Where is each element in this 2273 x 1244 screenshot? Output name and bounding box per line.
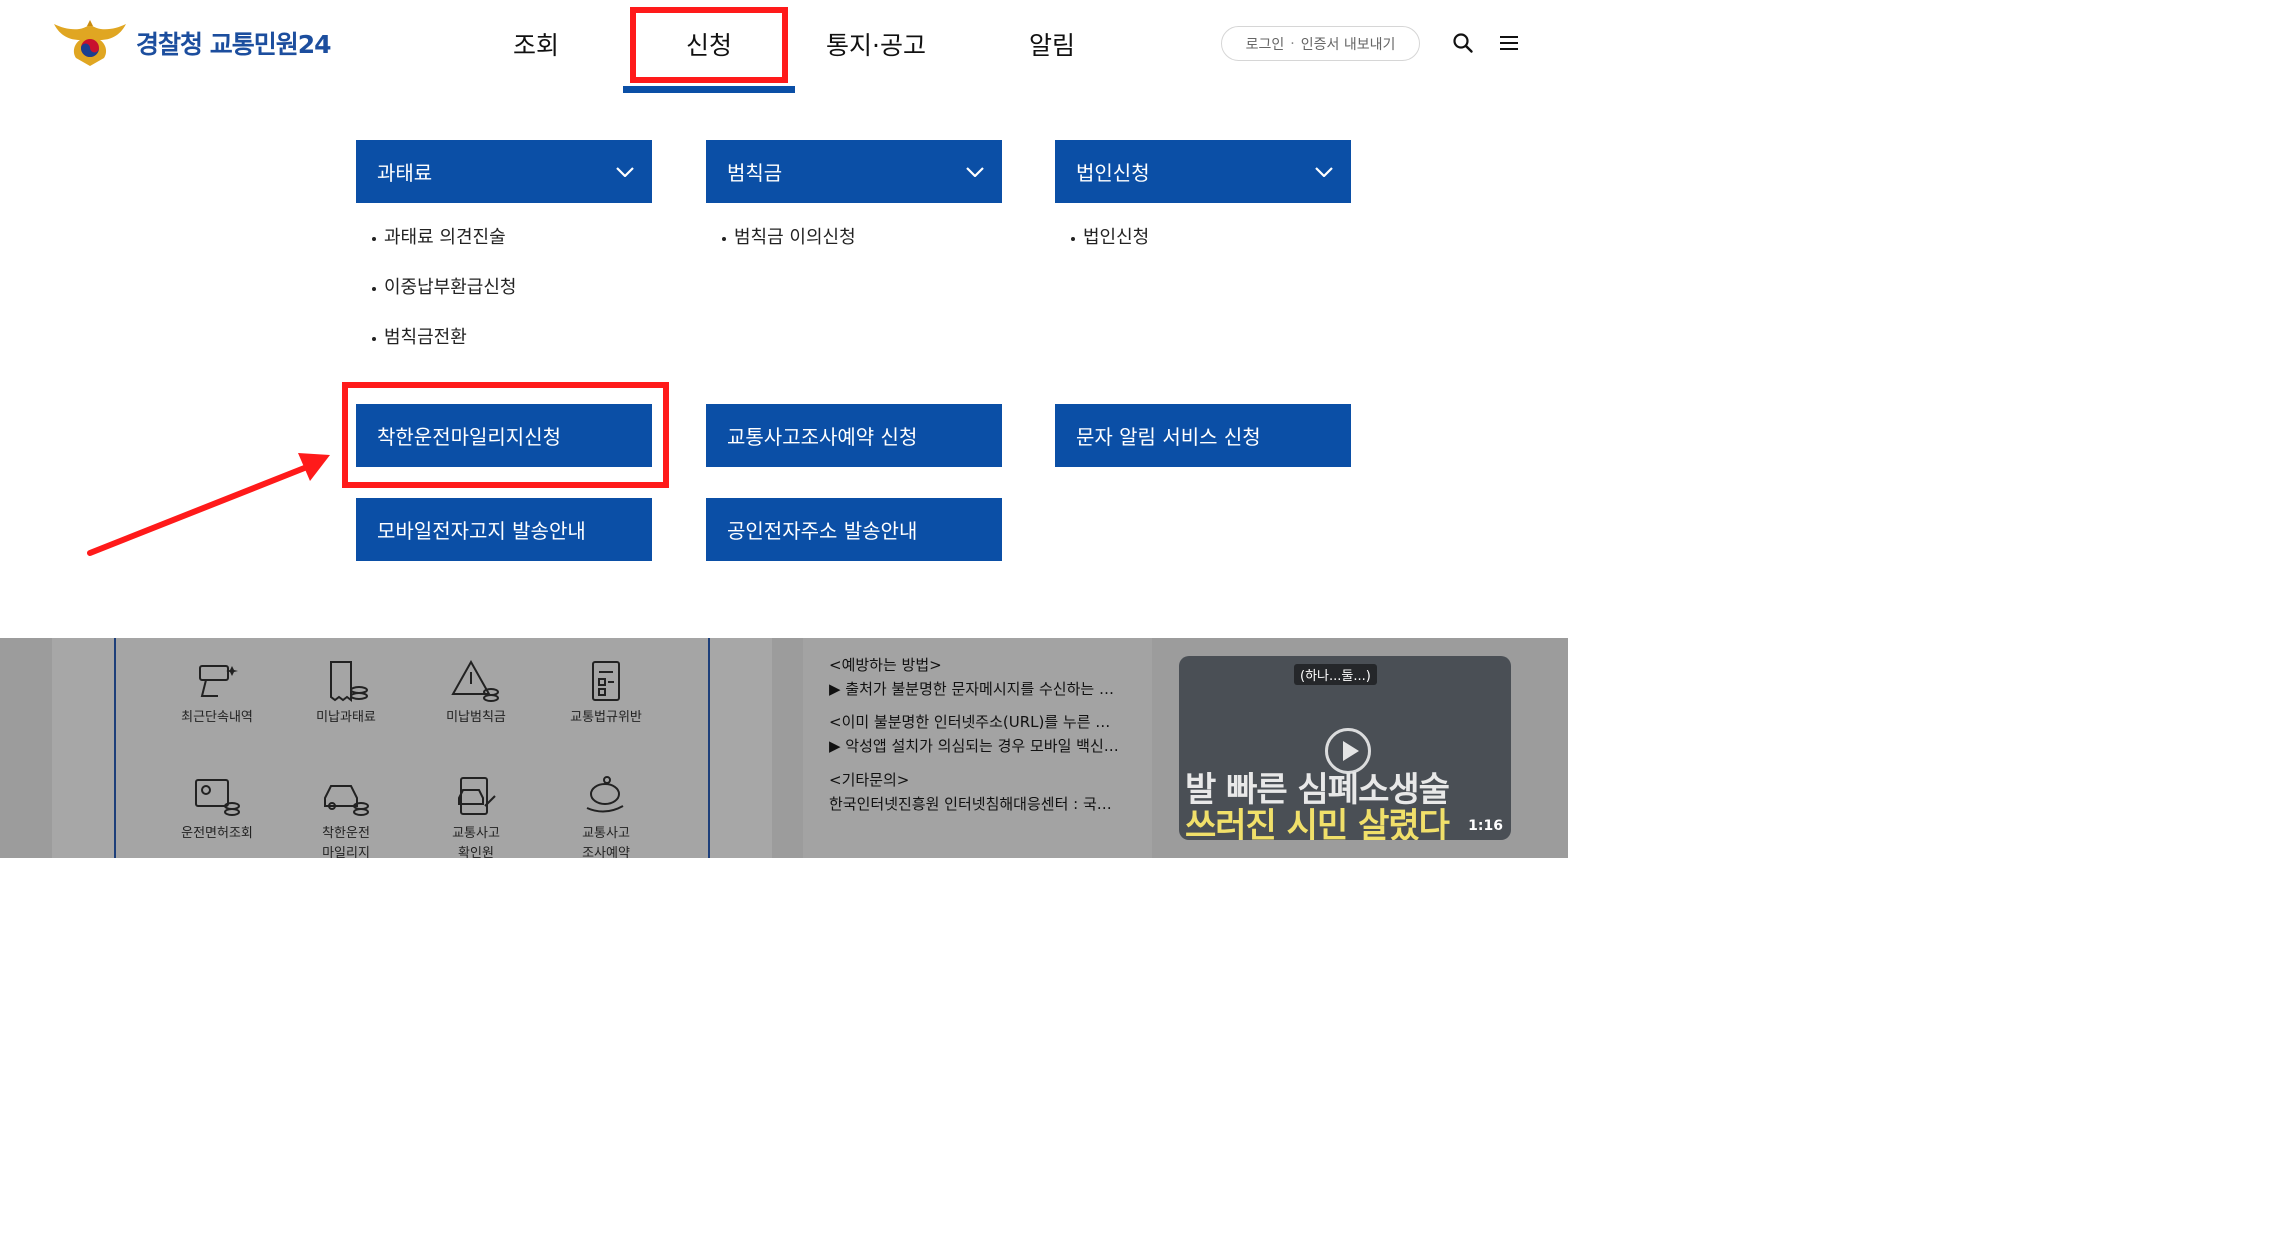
login-cert-button[interactable]: 로그인 · 인증서 내보내기 bbox=[1221, 26, 1420, 61]
quick-link-label: 교통사고 조사예약 bbox=[582, 826, 630, 858]
corporate-sub-list: 법인신청 bbox=[1069, 222, 1149, 272]
page: 경찰청 교통민원24 조회 신청 통지·공고 알림 로그인 · 인증서 내보내기… bbox=[0, 0, 1568, 858]
separator-dot: · bbox=[1290, 35, 1295, 52]
site-title: 경찰청 교통민원24 bbox=[136, 30, 331, 59]
quick-link-label: 미납과태료 bbox=[316, 710, 376, 725]
fine-sub-list: 과태료 의견진술 이중납부환급신청 범칙금전환 bbox=[370, 222, 516, 372]
chevron-down-icon bbox=[1315, 166, 1333, 177]
tile-accident-investigation-booking[interactable]: 교통사고조사예약 신청 bbox=[706, 404, 1002, 467]
news-line: <기타문의> bbox=[829, 771, 910, 789]
quick-link-accident-booking[interactable]: 교통사고 조사예약 bbox=[546, 776, 666, 858]
news-line[interactable]: ▶ 악성앱 설치가 의심되는 경우 모바일 백신… bbox=[829, 735, 1129, 756]
group-fine-header[interactable]: 과태료 bbox=[356, 140, 652, 203]
quick-link-recent-enforcement[interactable]: 최근단속내역 bbox=[157, 660, 277, 728]
tile-mobile-e-notice[interactable]: 모바일전자고지 발송안내 bbox=[356, 498, 652, 561]
news-panel: <예방하는 방법> ▶ 출처가 불분명한 문자메시지를 수신하는 … <이미 불… bbox=[803, 638, 1152, 858]
group-fine-title: 과태료 bbox=[377, 161, 433, 185]
video-caption-tag: (하나...둘...) bbox=[1294, 664, 1377, 685]
quick-link-law-violation[interactable]: 교통법규위반 bbox=[546, 660, 666, 728]
document-car-icon bbox=[458, 777, 496, 815]
menu-icon[interactable] bbox=[1498, 32, 1520, 54]
nav-apply[interactable]: 신청 bbox=[686, 26, 732, 62]
news-line[interactable]: ▶ 출처가 불분명한 문자메시지를 수신하는 … bbox=[829, 678, 1129, 699]
login-link[interactable]: 로그인 bbox=[1246, 34, 1285, 54]
quick-link-accident-certificate[interactable]: 교통사고 확인원 bbox=[416, 776, 536, 858]
chevron-down-icon bbox=[966, 166, 984, 177]
warning-coins-icon bbox=[451, 660, 499, 702]
nav-active-indicator bbox=[623, 86, 795, 93]
background-page-dimmed: 최근단속내역 미납과태료 미납범칙금 교통법규위반 운전면허조회 착한운전 마일… bbox=[0, 638, 1568, 858]
sub-item-penalty-conversion[interactable]: 범칙금전환 bbox=[370, 322, 516, 372]
quick-link-unpaid-penalty[interactable]: 미납범칙금 bbox=[416, 660, 536, 728]
nav-inquiry[interactable]: 조회 bbox=[513, 26, 559, 62]
tile-safe-driving-mileage[interactable]: 착한운전마일리지신청 bbox=[356, 404, 652, 467]
quick-link-label: 교통사고 확인원 bbox=[452, 826, 500, 858]
nav-notice[interactable]: 통지·공고 bbox=[826, 26, 926, 62]
quick-link-label: 운전면허조회 bbox=[181, 826, 253, 841]
tile-certified-e-address[interactable]: 공인전자주소 발송안내 bbox=[706, 498, 1002, 561]
video-duration: 1:16 bbox=[1468, 818, 1503, 834]
video-thumbnail[interactable]: (하나...둘...) 발 빠른 심폐소생술 쓰러진 시민 살렸다 1:16 bbox=[1179, 656, 1511, 840]
news-line[interactable]: <이미 불분명한 인터넷주소(URL)를 누른 … bbox=[829, 711, 1129, 732]
chevron-down-icon bbox=[616, 166, 634, 177]
quick-link-safe-driving-mileage[interactable]: 착한운전 마일리지 bbox=[286, 776, 406, 858]
news-line: <예방하는 방법> bbox=[829, 656, 942, 674]
car-coins-icon bbox=[324, 785, 369, 816]
tile-sms-alert-service[interactable]: 문자 알림 서비스 신청 bbox=[1055, 404, 1351, 467]
piggy-bank-icon bbox=[586, 776, 624, 813]
nav-alerts[interactable]: 알림 bbox=[1029, 26, 1075, 62]
news-line[interactable]: 한국인터넷진흥원 인터넷침해대응센터 : 국… bbox=[829, 793, 1129, 814]
group-corporate-header[interactable]: 법인신청 bbox=[1055, 140, 1351, 203]
group-penalty-title: 범칙금 bbox=[727, 161, 783, 185]
sub-item-double-payment-refund[interactable]: 이중납부환급신청 bbox=[370, 272, 516, 322]
quick-link-unpaid-fine[interactable]: 미납과태료 bbox=[286, 660, 406, 728]
video-caption-line2: 쓰러진 시민 살렸다 bbox=[1185, 806, 1450, 840]
checklist-icon bbox=[592, 661, 620, 701]
cert-export-link[interactable]: 인증서 내보내기 bbox=[1301, 34, 1396, 54]
group-corporate-title: 법인신청 bbox=[1076, 161, 1150, 185]
site-logo[interactable]: 경찰청 교통민원24 bbox=[52, 18, 331, 68]
quick-link-label: 착한운전 마일리지 bbox=[322, 826, 370, 858]
sub-item-fine-opinion[interactable]: 과태료 의견진술 bbox=[370, 222, 516, 272]
search-icon[interactable] bbox=[1452, 32, 1474, 54]
id-card-coins-icon bbox=[195, 779, 240, 816]
quick-link-label: 교통법규위반 bbox=[570, 710, 642, 725]
group-penalty-header[interactable]: 범칙금 bbox=[706, 140, 1002, 203]
sub-item-penalty-objection[interactable]: 범칙금 이의신청 bbox=[720, 222, 856, 272]
sub-item-corporate-apply[interactable]: 법인신청 bbox=[1069, 222, 1149, 272]
police-emblem-icon bbox=[54, 20, 126, 66]
quick-link-license-inquiry[interactable]: 운전면허조회 bbox=[157, 776, 277, 844]
receipt-coins-icon bbox=[330, 661, 368, 702]
penalty-sub-list: 범칙금 이의신청 bbox=[720, 222, 856, 272]
quick-link-label: 최근단속내역 bbox=[181, 710, 253, 725]
camera-icon bbox=[199, 665, 238, 697]
quick-link-label: 미납범칙금 bbox=[446, 710, 506, 725]
